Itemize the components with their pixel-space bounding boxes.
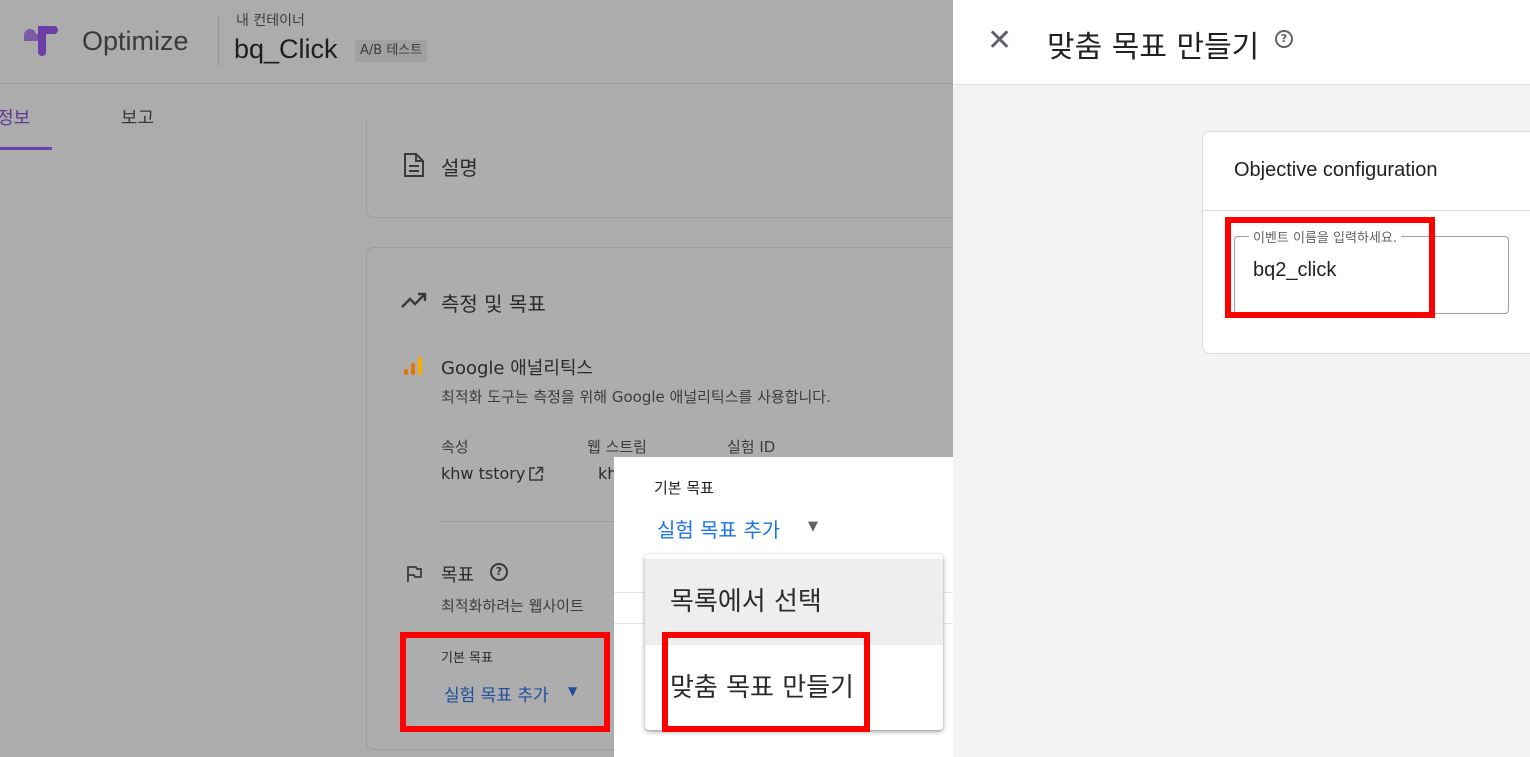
container-label[interactable]: 내 컨테이너 — [236, 10, 305, 30]
optimize-logo-icon — [24, 26, 58, 56]
goals-description: 최적화하려는 웹사이트 — [441, 597, 584, 615]
google-analytics-icon — [404, 357, 422, 375]
description-card: 설명 — [366, 120, 953, 218]
active-tab-indicator — [0, 147, 52, 150]
experiment-id-header: 실험 ID — [727, 438, 776, 456]
close-icon[interactable]: ✕ — [987, 26, 1012, 56]
description-title: 설명 — [441, 156, 478, 180]
dropdown-add-goal-link[interactable]: 실험 목표 추가 — [657, 514, 780, 543]
ga-description: 최적화 도구는 측정을 위해 Google 애널리틱스를 사용합니다. — [441, 388, 831, 406]
property-value[interactable]: khw tstory — [441, 464, 525, 483]
card-divider — [1203, 210, 1530, 211]
goals-title: 목표 — [441, 565, 475, 586]
header-divider — [218, 16, 219, 66]
tab-report[interactable]: 보고 — [121, 104, 154, 130]
app-title: Optimize — [82, 26, 189, 56]
tab-details[interactable]: 세부정보 — [0, 104, 30, 130]
dropdown-caret-icon[interactable]: ▼ — [808, 519, 818, 534]
trending-up-icon — [401, 292, 427, 308]
web-stream-header: 웹 스트림 — [587, 438, 647, 456]
ga-title: Google 애널리틱스 — [441, 358, 593, 379]
help-icon[interactable]: ? — [1275, 30, 1293, 48]
panel-title: 맞춤 목표 만들기 — [1047, 30, 1260, 65]
document-icon — [404, 153, 424, 177]
highlight-box-event-name — [1225, 217, 1435, 318]
experiment-type-badge: A/B 테스트 — [355, 40, 428, 62]
card-title: Objective configuration — [1234, 159, 1438, 181]
highlight-box-add-goal — [400, 632, 610, 732]
goals-help-icon[interactable]: ? — [490, 563, 508, 581]
highlight-box-custom-goal — [662, 632, 870, 732]
flag-icon — [407, 566, 422, 582]
create-custom-goal-panel: ✕ 맞춤 목표 만들기 ? Objective configuration 이벤… — [953, 0, 1530, 757]
property-header: 속성 — [441, 438, 469, 456]
panel-header: ✕ 맞춤 목표 만들기 ? — [953, 0, 1530, 85]
experiment-name: bq_Click — [234, 34, 338, 64]
top-app-bar: Optimize 내 컨테이너 bq_Click A/B 테스트 — [0, 0, 953, 84]
open-in-new-icon[interactable] — [528, 466, 544, 482]
dropdown-section-label: 기본 목표 — [654, 479, 714, 497]
measurement-title: 측정 및 목표 — [441, 292, 546, 316]
